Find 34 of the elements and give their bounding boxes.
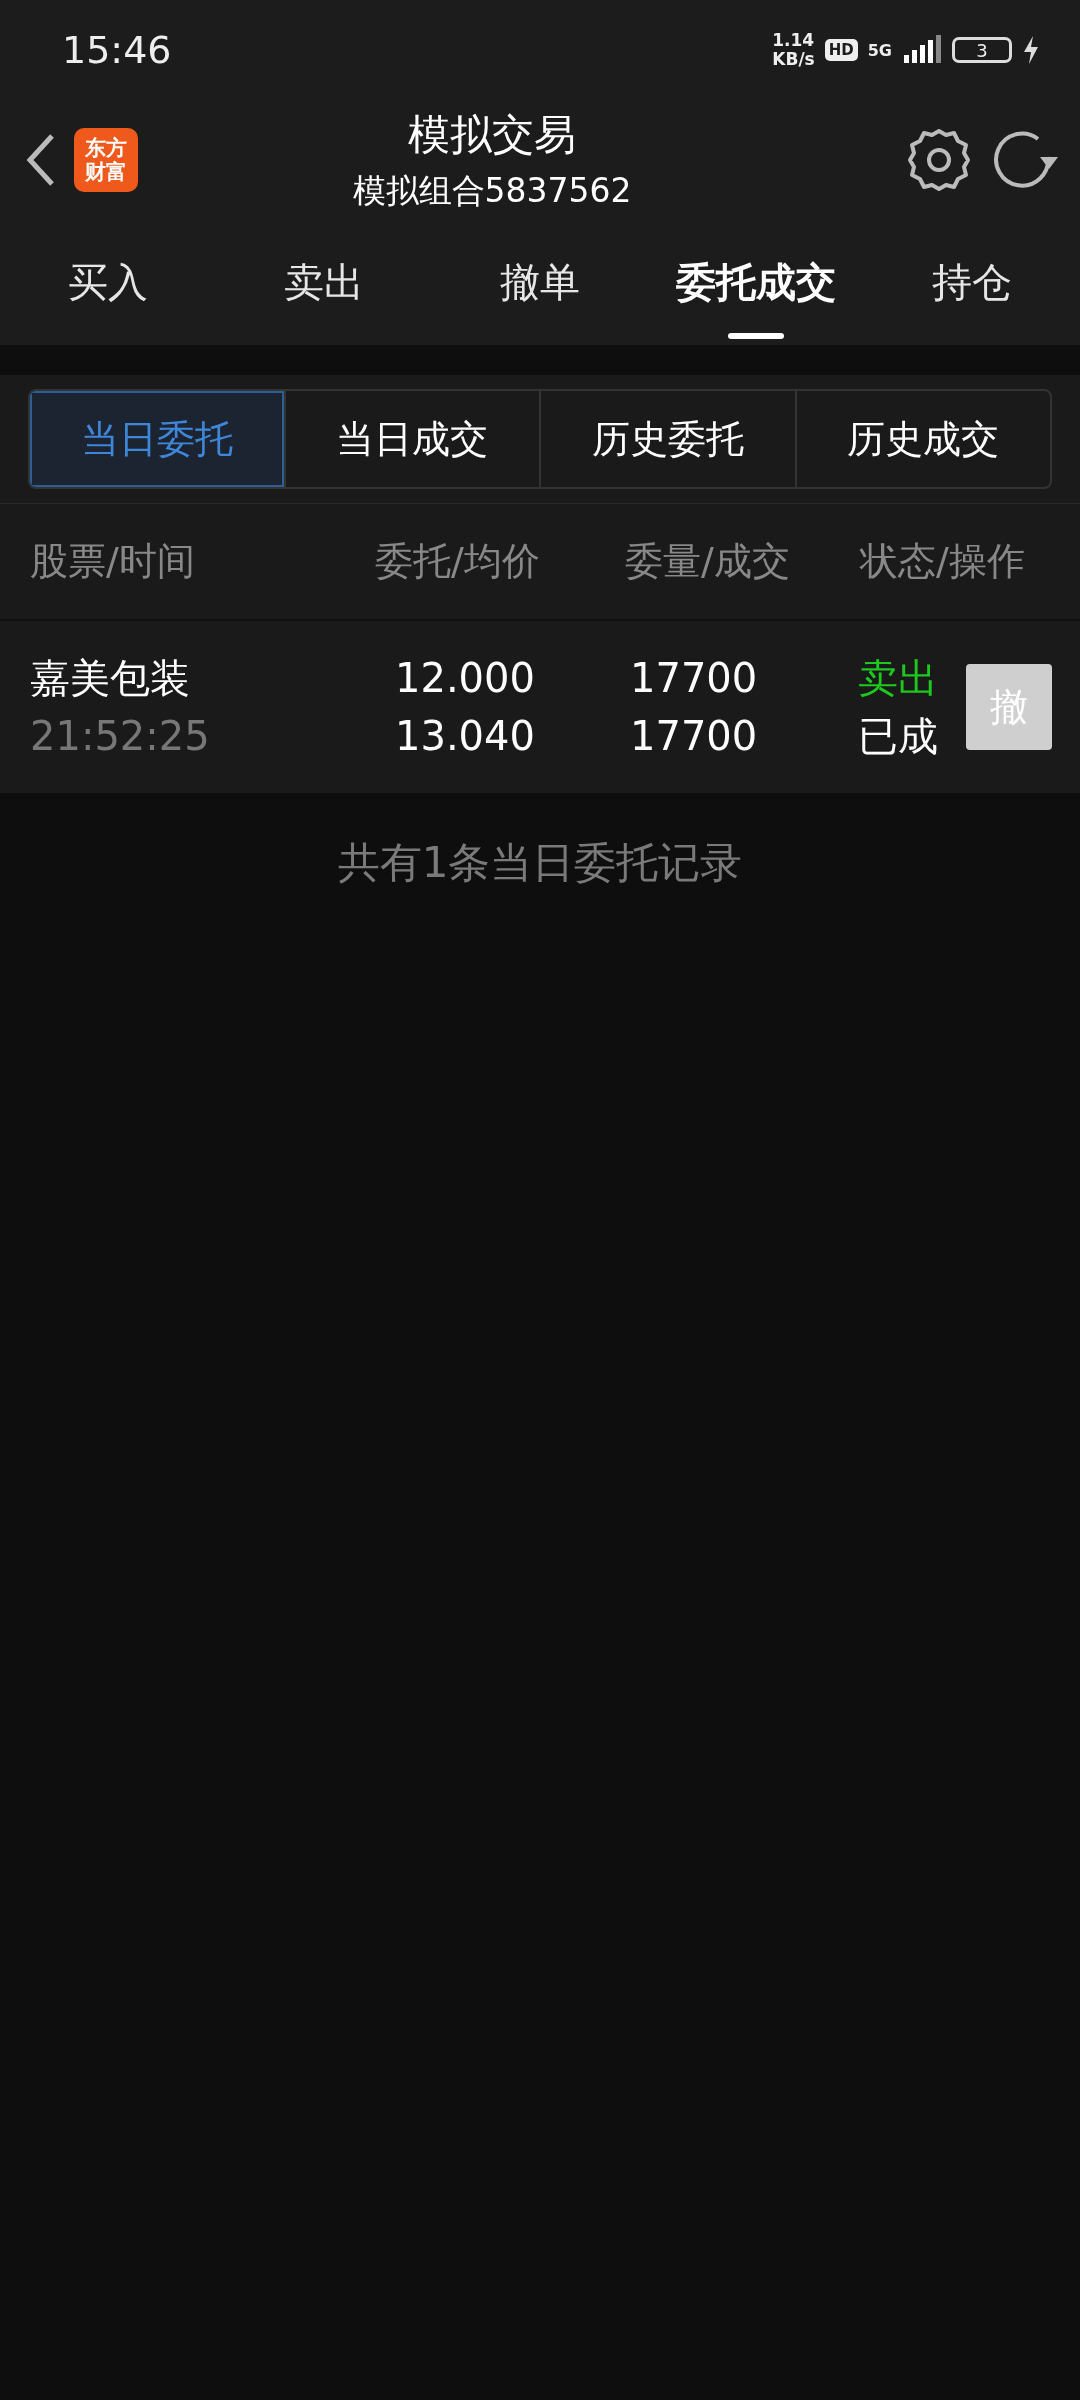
order-status: 已成 [858,712,938,761]
record-count: 共有1条当日委托记录 [336,837,744,889]
filled-quantity: 17700 [630,712,759,761]
order-side: 卖出 [858,654,938,703]
back-icon[interactable] [26,133,56,187]
segment-tab[interactable]: 当日委托 [30,391,284,487]
order-price: 12.000 [395,654,536,703]
average-price: 13.040 [395,712,536,761]
charging-icon [1022,36,1040,64]
nav-tab[interactable]: 委托成交 [648,220,864,345]
signal-icon [902,35,942,65]
app-logo: 东方 财富 [74,128,138,192]
settings-icon[interactable] [906,127,972,193]
order-time: 21:52:25 [30,712,211,761]
network-speed: 1.14 KB/s [772,31,815,69]
page-subtitle: 模拟组合5837562 [352,169,632,212]
column-header: 委托/均价 [374,538,541,585]
order-quantity: 17700 [630,654,759,703]
page-title: 模拟交易 [408,108,576,161]
column-header: 委量/成交 [624,538,791,585]
nav-tab[interactable]: 持仓 [864,220,1080,345]
column-header: 股票/时间 [30,538,196,585]
hd-badge: HD [824,39,858,61]
status-time: 15:46 [62,28,172,72]
segment-tab[interactable]: 当日成交 [283,391,539,487]
battery-icon: 3 [952,37,1012,63]
segment-tab[interactable]: 历史委托 [539,391,795,487]
column-header: 状态/操作 [858,538,1026,585]
network-type: 5G [867,40,892,60]
nav-tab[interactable]: 卖出 [216,220,432,345]
stock-name: 嘉美包装 [30,654,191,703]
nav-tab[interactable]: 买入 [0,220,216,345]
nav-tab[interactable]: 撤单 [432,220,648,345]
segment-tab[interactable]: 历史成交 [794,391,1050,487]
